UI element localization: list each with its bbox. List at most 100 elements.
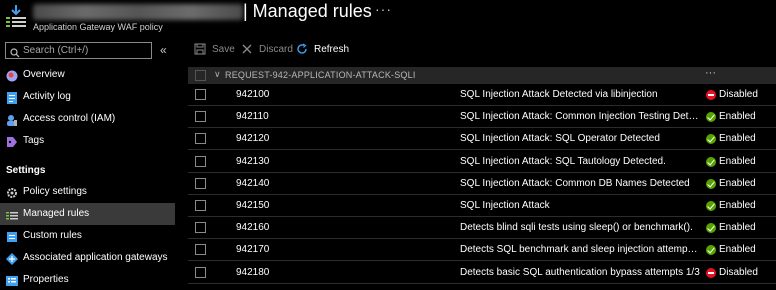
enabled-check-icon [706, 201, 716, 211]
enabled-check-icon [706, 156, 716, 167]
tag-icon [6, 135, 18, 147]
page-header: | Managed rules ··· Application Gateway … [0, 0, 776, 38]
rule-status: Enabled [719, 244, 756, 256]
rule-id: 942130 [236, 155, 270, 167]
table-row[interactable]: 942160 Detects blind sqli tests using sle… [188, 217, 776, 240]
rule-checkbox[interactable] [195, 89, 206, 100]
table-row[interactable]: 942130 SQL Injection Attack: SQL Tautolog… [188, 151, 776, 173]
rule-status: Disabled [719, 266, 758, 278]
resource-type-subtitle: Application Gateway WAF policy [33, 22, 163, 32]
rule-id: 942140 [236, 177, 270, 189]
sidebar-item-properties[interactable]: Properties [0, 269, 175, 290]
custom-rules-icon [6, 230, 18, 242]
disabled-status-icon [706, 267, 716, 278]
sidebar-item-label: Policy settings [23, 186, 87, 197]
enabled-check-icon [706, 134, 716, 145]
rule-status: Enabled [719, 177, 756, 189]
rule-group-more-button[interactable]: ··· [705, 67, 716, 79]
rule-description: SQL Injection Attack: Common DB Names De… [460, 177, 690, 189]
sidebar-item-tags[interactable]: Tags [0, 130, 175, 152]
rule-id: 942150 [236, 200, 270, 211]
table-row[interactable]: 942150 SQL Injection Attack Enabled [188, 195, 776, 217]
rule-status: Enabled [719, 200, 756, 211]
page-title: | Managed rules [243, 1, 372, 21]
table-row[interactable]: 942120 SQL Injection Attack: SQL Operator… [188, 128, 776, 151]
table-row[interactable]: 942140 SQL Injection Attack: Common DB Na… [188, 173, 776, 195]
main-content: Save Discard Refresh ∨ REQUEST-942-APPLI… [188, 38, 776, 290]
discard-button[interactable]: Discard [241, 43, 293, 58]
sidebar-item-label: Associated application gateways [23, 252, 168, 263]
settings-section-heading: Settings [6, 165, 46, 176]
rule-checkbox[interactable] [195, 155, 206, 167]
rule-id: 942170 [236, 244, 270, 256]
sidebar-item-label: Managed rules [23, 208, 90, 219]
rule-status: Enabled [719, 155, 756, 167]
rule-group-row[interactable]: ∨ REQUEST-942-APPLICATION-ATTACK-SQLI ··… [188, 67, 776, 84]
enabled-check-icon [706, 245, 716, 256]
rule-checkbox[interactable] [195, 266, 206, 278]
sidebar-item-managed-rules[interactable]: Managed rules [0, 203, 175, 225]
sidebar-item-policy-settings[interactable]: Policy settings [0, 181, 175, 203]
table-row[interactable]: 942170 Detects SQL benchmark and sleep in… [188, 239, 776, 262]
rule-status: Enabled [719, 222, 756, 234]
sidebar-item-overview[interactable]: Overview [0, 64, 175, 86]
rule-checkbox[interactable] [195, 222, 206, 234]
gear-icon [6, 186, 18, 198]
rule-group-name: REQUEST-942-APPLICATION-ATTACK-SQLI [225, 70, 416, 80]
rule-status: Enabled [719, 133, 756, 145]
enabled-check-icon [706, 178, 716, 189]
rule-description: Detects SQL benchmark and sleep injectio… [460, 244, 700, 256]
chevron-down-icon[interactable]: ∨ [214, 69, 221, 80]
rule-checkbox[interactable] [195, 177, 206, 189]
rule-checkbox[interactable] [195, 200, 206, 211]
rule-description: SQL Injection Attack: Common Injection T… [460, 111, 700, 123]
save-label: Save [212, 44, 235, 55]
iam-icon [6, 113, 18, 126]
properties-icon [6, 274, 18, 286]
rule-description: SQL Injection Attack [460, 200, 550, 211]
save-icon [194, 43, 206, 58]
table-row[interactable]: 942100 SQL Injection Attack Detected via … [188, 84, 776, 106]
sidebar-item-associated-app-gateways[interactable]: Associated application gateways [0, 247, 175, 269]
waf-policy-icon [5, 4, 27, 28]
discard-label: Discard [259, 44, 293, 55]
rule-checkbox[interactable] [195, 244, 206, 256]
rule-status: Disabled [719, 89, 758, 100]
search-icon [10, 45, 20, 63]
table-row[interactable]: 942110 SQL Injection Attack: Common Injec… [188, 106, 776, 129]
search-input[interactable]: Search (Ctrl+/) [5, 42, 152, 59]
sidebar-item-label: Tags [23, 135, 45, 146]
rule-id: 942120 [236, 133, 270, 145]
rule-status: Enabled [719, 111, 756, 123]
rule-description: SQL Injection Attack: SQL Tautology Dete… [460, 155, 666, 167]
enabled-check-icon [706, 223, 716, 234]
save-button[interactable]: Save [194, 43, 235, 58]
more-options-button[interactable]: ··· [375, 1, 392, 17]
rule-id: 942100 [236, 89, 270, 100]
disabled-status-icon [706, 90, 716, 100]
sidebar-item-label: Overview [23, 69, 65, 80]
app-gateway-icon [6, 252, 18, 265]
rule-description: Detects blind sqli tests using sleep() o… [460, 222, 693, 234]
table-row[interactable]: 942180 Detects basic SQL authentication b… [188, 262, 776, 284]
sidebar-item-label: Access control (IAM) [23, 113, 116, 124]
sidebar-item-activity-log[interactable]: Activity log [0, 86, 175, 108]
rule-description: SQL Injection Attack: SQL Operator Detec… [460, 133, 660, 145]
search-placeholder: Search (Ctrl+/) [23, 45, 89, 56]
sidebar-item-access-control[interactable]: Access control (IAM) [0, 108, 175, 130]
command-bar: Save Discard Refresh [188, 38, 776, 62]
sidebar-item-custom-rules[interactable]: Custom rules [0, 225, 175, 247]
rule-description: Detects basic SQL authentication bypass … [460, 266, 700, 278]
enabled-check-icon [706, 112, 716, 123]
collapse-sidebar-button[interactable]: « [160, 43, 167, 57]
refresh-button[interactable]: Refresh [296, 43, 349, 58]
rule-id: 942180 [236, 266, 270, 278]
rule-checkbox[interactable] [195, 111, 206, 123]
sidebar-item-label: Activity log [23, 91, 71, 102]
rule-checkbox[interactable] [195, 133, 206, 145]
refresh-label: Refresh [314, 44, 350, 55]
rule-group-checkbox[interactable] [195, 70, 206, 81]
sidebar-item-label: Properties [23, 274, 69, 285]
resource-name-redacted [33, 4, 243, 20]
rule-id: 942110 [236, 111, 269, 123]
